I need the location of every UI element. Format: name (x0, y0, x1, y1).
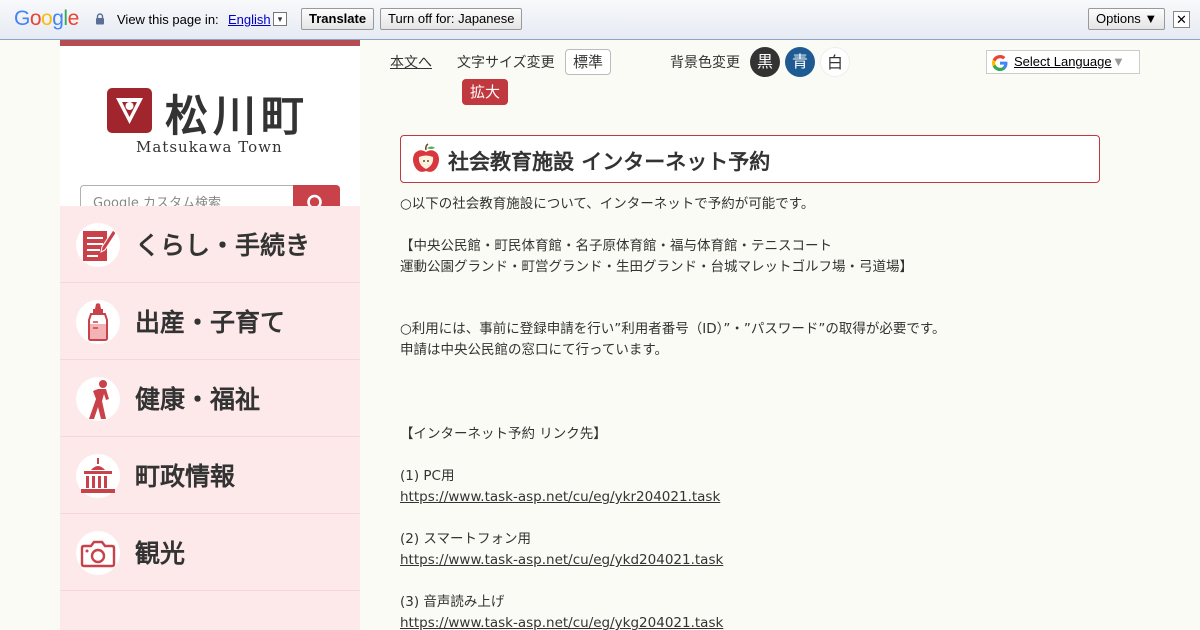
bg-white-button[interactable]: 白 (820, 47, 850, 77)
lock-icon (96, 13, 104, 25)
page-title: 社会教育施設 インターネット予約 (448, 150, 771, 174)
sidebar: 松川町 Matsukawa Town Google カスタム検索 くらし・手続き… (60, 40, 360, 630)
translate-button[interactable]: Translate (301, 8, 375, 30)
menu-item-health[interactable]: 健康・福祉 (60, 360, 360, 437)
view-page-in-label: View this page in: (117, 12, 219, 27)
logo-subtitle: Matsukawa Town (136, 138, 283, 156)
links-heading: 【インターネット予約 リンク先】 (400, 426, 607, 442)
turn-off-button[interactable]: Turn off for: Japanese (380, 8, 523, 30)
facilities-line-2: 運動公園グランド・町営グランド・生田グランド・台城マレットゴルフ場・弓道場】 (400, 259, 913, 275)
options-button[interactable]: Options ▼ (1088, 8, 1166, 30)
site-logo[interactable]: 松川町 Matsukawa Town (106, 86, 316, 166)
menu-item-label: くらし・手続き (135, 231, 311, 260)
stretching-person-icon (76, 377, 120, 421)
camera-icon (76, 531, 120, 575)
menu-item-label: 町政情報 (135, 462, 236, 491)
link-label-smartphone: (2) スマートフォン用 (400, 531, 532, 547)
menu-item-childcare[interactable]: 出産・子育て (60, 283, 360, 360)
main-menu: くらし・手続き 出産・子育て 健康・福祉 町政情報 観光 (60, 206, 360, 630)
language-dropdown-caret[interactable]: ▾ (273, 12, 287, 26)
document-pen-icon (76, 223, 120, 267)
town-emblem-icon (107, 88, 152, 133)
bg-black-button[interactable]: 黒 (750, 47, 780, 77)
menu-item-living[interactable]: くらし・手続き (60, 206, 360, 283)
usage-line-2: 申請は中央公民館の窓口にて行っています。 (400, 342, 668, 358)
select-language-label: Select Language (1014, 54, 1112, 69)
google-translate-bar: Google View this page in: English ▾ Tran… (0, 0, 1200, 40)
usage-line-1: ○利用には、事前に登録申請を行い”利用者番号（ID）”・”パスワード”の取得が必… (400, 321, 946, 337)
menu-item-tourism[interactable]: 観光 (60, 514, 360, 591)
apple-icon (413, 143, 439, 172)
select-language-caret: ▼ (1112, 54, 1125, 69)
bg-blue-button[interactable]: 青 (785, 47, 815, 77)
link-pc[interactable]: https://www.task-asp.net/cu/eg/ykr204021… (400, 489, 720, 505)
menu-item-label: 観光 (135, 539, 186, 568)
background-color-label: 背景色変更 (670, 55, 740, 71)
google-select-language[interactable]: Select Language ▼ (986, 50, 1140, 74)
menu-item-label: 健康・福祉 (135, 385, 261, 414)
link-label-pc: (1) PC用 (400, 468, 455, 484)
menu-item-town-admin[interactable]: 町政情報 (60, 437, 360, 514)
google-g-icon (992, 55, 1008, 71)
skip-to-content-link[interactable]: 本文へ (390, 52, 432, 72)
intro-text: ○以下の社会教育施設について、インターネットで予約が可能です。 (400, 196, 815, 212)
page-title-box: 社会教育施設 インターネット予約 (400, 135, 1100, 183)
font-size-label: 文字サイズ変更 (457, 55, 555, 71)
link-label-voice: (3) 音声読み上げ (400, 594, 505, 610)
font-size-large-button[interactable]: 拡大 (462, 79, 508, 105)
language-link[interactable]: English (228, 12, 271, 27)
google-logo: Google (14, 7, 79, 30)
government-building-icon (76, 454, 120, 498)
close-icon[interactable]: ✕ (1173, 11, 1190, 28)
sidebar-top-border (60, 40, 360, 46)
baby-bottle-icon (76, 300, 120, 344)
logo-name: 松川町 (165, 92, 309, 142)
link-voice[interactable]: https://www.task-asp.net/cu/eg/ykg204021… (400, 615, 723, 630)
link-smartphone[interactable]: https://www.task-asp.net/cu/eg/ykd204021… (400, 552, 723, 568)
font-size-normal-button[interactable]: 標準 (565, 49, 611, 75)
facilities-line-1: 【中央公民館・町民体育館・名子原体育館・福与体育館・テニスコート (400, 238, 832, 254)
menu-item-label: 出産・子育て (135, 308, 286, 337)
